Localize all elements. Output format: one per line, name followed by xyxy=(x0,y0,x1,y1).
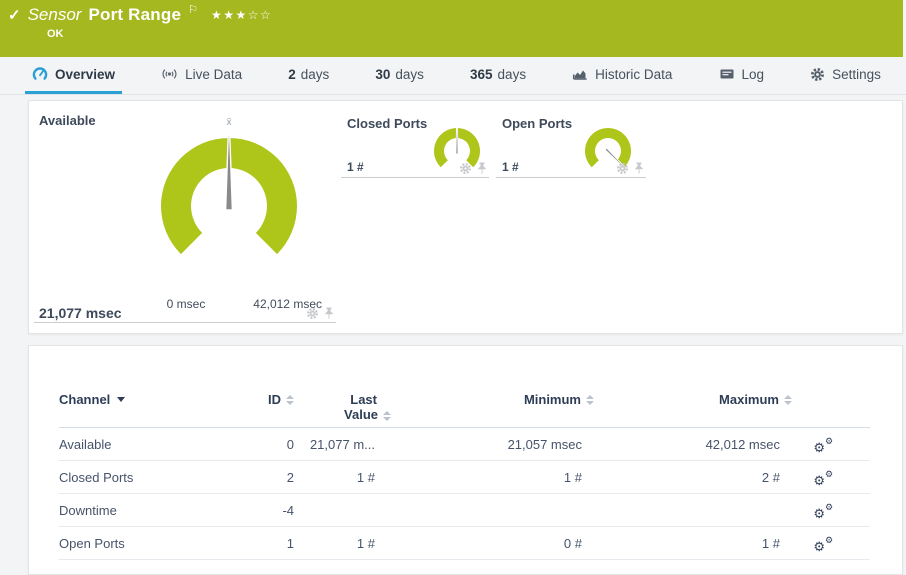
channel-maximum: 42,012 msec xyxy=(705,436,780,452)
sort-caret-down-icon xyxy=(117,397,126,402)
gauge-needle xyxy=(455,124,459,155)
tab-30-days[interactable]: 30 days xyxy=(368,57,431,94)
tab-365-days[interactable]: 365 days xyxy=(463,57,533,94)
tab-365-days-label: days xyxy=(497,66,527,82)
available-gauge-title: Available xyxy=(39,113,96,128)
available-gauge-panel: Available x̄ 0 msec 42,012 msec 21,077 m… xyxy=(34,109,336,323)
available-gauge xyxy=(161,133,297,255)
broadcast-icon xyxy=(161,66,178,82)
tab-bar: Overview Live Data 2 days 30 days 365 da… xyxy=(0,57,906,95)
tab-overview[interactable]: Overview xyxy=(25,57,123,94)
open-ports-gauge-value: 1 # xyxy=(502,160,519,174)
panel-gear-icon[interactable] xyxy=(616,162,629,175)
channel-table: Channel ID Last Value Minimum Maximum Av… xyxy=(29,392,902,560)
tab-settings-label: Settings xyxy=(832,66,881,82)
channel-minimum: 1 # xyxy=(563,469,582,485)
closed-ports-gauge-panel: Closed Ports 1 # xyxy=(341,113,489,178)
channel-last-value: 1 # xyxy=(356,469,375,485)
pin-icon[interactable] xyxy=(477,162,487,175)
priority-stars[interactable]: ★★★☆☆ xyxy=(211,8,272,22)
table-row: Closed Ports 2 1 # 1 # 2 # ⚙ ⚙ xyxy=(59,461,870,494)
channel-id: 2 xyxy=(286,469,294,485)
tab-log[interactable]: Log xyxy=(712,57,772,94)
sort-arrows-icon xyxy=(784,395,792,405)
gauge-min-label: 0 msec xyxy=(166,297,206,311)
gear-icon xyxy=(810,67,825,82)
channel-minimum: 21,057 msec xyxy=(507,436,582,452)
available-gauge-value: 21,077 msec xyxy=(39,305,122,321)
tab-30-days-label: days xyxy=(395,66,424,82)
column-header-channel[interactable]: Channel xyxy=(59,392,244,407)
channel-id: 1 xyxy=(286,535,294,551)
open-ports-gauge-panel: Open Ports 1 # xyxy=(496,113,646,178)
channel-id: -4 xyxy=(282,502,294,518)
mean-marker: x̄ xyxy=(226,117,232,128)
tab-live-data-label: Live Data xyxy=(185,66,243,82)
pin-icon[interactable] xyxy=(634,162,644,175)
panel-gear-icon[interactable] xyxy=(306,307,319,320)
closed-ports-gauge-value: 1 # xyxy=(347,160,364,174)
log-list-icon xyxy=(719,66,735,82)
channel-name: Downtime xyxy=(59,502,117,518)
channel-id: 0 xyxy=(286,436,294,452)
gauge-icon xyxy=(32,66,48,82)
channel-table-card: Channel ID Last Value Minimum Maximum Av… xyxy=(28,345,903,575)
table-row: Open Ports 1 1 # 0 # 1 # ⚙ ⚙ xyxy=(59,527,870,560)
table-header-row: Channel ID Last Value Minimum Maximum xyxy=(59,392,870,428)
tab-2-days[interactable]: 2 days xyxy=(281,57,336,94)
sensor-title: Port Range xyxy=(88,5,182,24)
channel-minimum: 0 # xyxy=(563,535,582,551)
tab-live-data[interactable]: Live Data xyxy=(154,57,249,94)
sort-arrows-icon xyxy=(286,395,294,405)
tab-settings[interactable]: Settings xyxy=(803,57,888,94)
channel-last-value: 1 # xyxy=(356,535,375,551)
sensor-header: ✓ Sensor Port Range ⚐ ★★★☆☆ OK xyxy=(0,0,903,57)
channel-name: Open Ports xyxy=(59,535,125,551)
sensor-type-label: Sensor xyxy=(27,5,82,24)
tab-2-days-label: days xyxy=(300,66,330,82)
closed-ports-gauge-title: Closed Ports xyxy=(347,116,428,131)
channel-maximum: 2 # xyxy=(761,469,780,485)
open-ports-gauge-title: Open Ports xyxy=(502,116,573,131)
channel-maximum: 1 # xyxy=(761,535,780,551)
channel-name: Available xyxy=(59,436,112,452)
table-row: Downtime -4 ⚙ ⚙ xyxy=(59,494,870,527)
channel-name: Closed Ports xyxy=(59,469,134,485)
sensor-title-row: ✓ Sensor Port Range ⚐ ★★★☆☆ xyxy=(8,3,272,25)
tab-historic-data[interactable]: Historic Data xyxy=(565,57,679,94)
area-chart-icon xyxy=(572,66,588,82)
check-icon: ✓ xyxy=(8,7,21,24)
pin-icon[interactable] xyxy=(324,307,334,320)
column-header-maximum[interactable]: Maximum xyxy=(582,392,792,407)
panel-gear-icon[interactable] xyxy=(459,162,472,175)
tab-log-label: Log xyxy=(741,66,765,82)
status-badge: OK xyxy=(47,28,64,40)
gauges-card: Available x̄ 0 msec 42,012 msec 21,077 m… xyxy=(28,100,903,334)
channel-last-value: 21,077 m... xyxy=(309,436,375,452)
sort-arrows-icon xyxy=(383,411,391,421)
table-row: Available 0 21,077 m... 21,057 msec 42,0… xyxy=(59,428,870,461)
column-header-minimum[interactable]: Minimum xyxy=(375,392,594,407)
column-header-id[interactable]: ID xyxy=(244,392,294,407)
flag-icon[interactable]: ⚐ xyxy=(188,3,198,16)
tab-historic-data-label: Historic Data xyxy=(595,66,673,82)
tab-overview-label: Overview xyxy=(55,66,116,82)
